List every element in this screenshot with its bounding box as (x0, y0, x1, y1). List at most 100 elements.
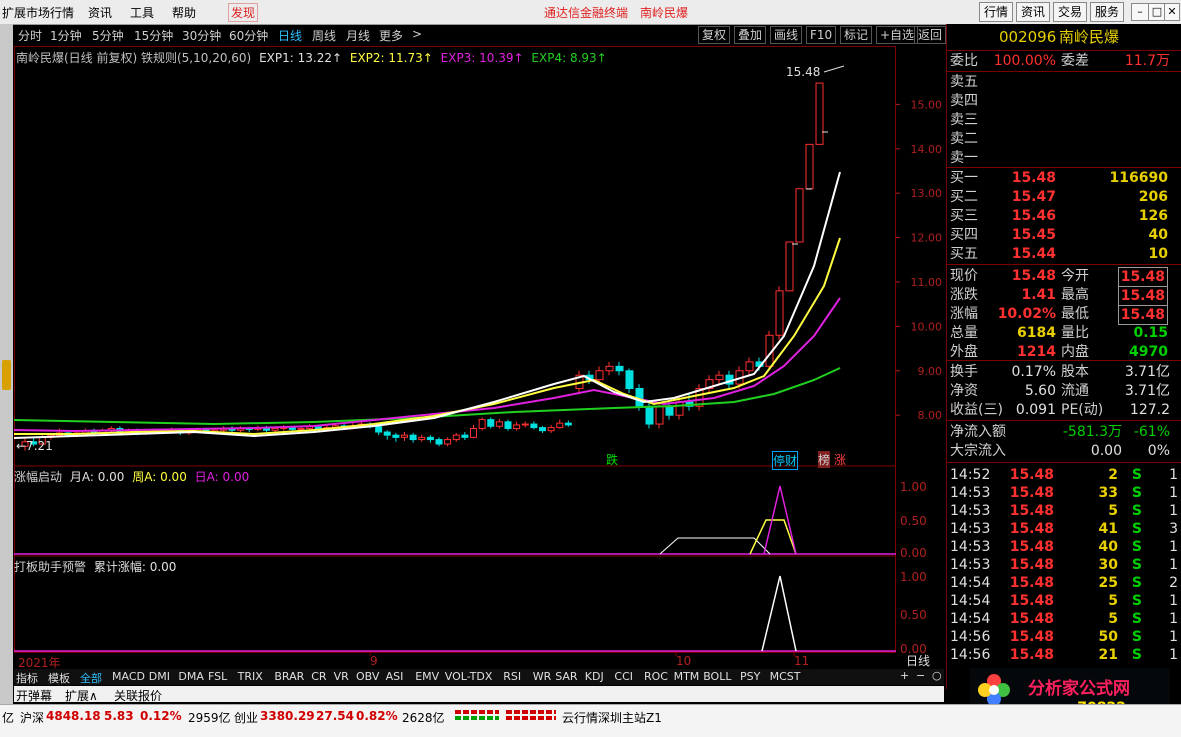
menu-news[interactable]: 资讯 (88, 4, 112, 21)
period-bar: 分时 1分钟 5分钟 15分钟 30分钟 60分钟 日线 周线 月线 更多 > (14, 25, 944, 45)
indicator-tab[interactable]: ASI (386, 670, 404, 683)
indicator-tab[interactable]: ROC (644, 670, 668, 683)
tick-time: 14:54 (950, 611, 991, 627)
period-15min[interactable]: 15分钟 (134, 27, 173, 44)
tick-side: S (1131, 557, 1142, 573)
indicator-tab[interactable]: TRIX (238, 670, 263, 683)
trade-button[interactable]: 交易 (1053, 2, 1088, 22)
minimize-icon[interactable]: – (1131, 3, 1149, 21)
stat-value: 15.48 (1117, 286, 1168, 306)
collapse-handle[interactable] (2, 360, 11, 390)
overlay-button[interactable]: 叠加 (734, 26, 767, 44)
indicator-tab[interactable]: MTM (674, 670, 700, 683)
tick-count: 1 (1169, 539, 1178, 555)
period-30min[interactable]: 30分钟 (182, 27, 221, 44)
info-button[interactable]: 资讯 (1016, 2, 1051, 22)
extra-tab[interactable]: 扩展∧ (65, 687, 98, 704)
tick-price: 15.48 (1009, 611, 1054, 627)
indicator-tab[interactable]: CCI (614, 670, 633, 683)
period-monthly[interactable]: 月线 (346, 27, 370, 44)
menu-ext-market[interactable]: 扩展市场行情 (2, 4, 74, 21)
buy-row: 买一 15.48 116690 (947, 169, 1181, 187)
f10-button[interactable]: F10 (806, 26, 837, 44)
candle-body (271, 427, 279, 431)
status-cy-pct: 0.82% (356, 709, 398, 723)
period-more[interactable]: 更多 (379, 27, 403, 44)
indicator-tab[interactable]: MCST (770, 670, 801, 683)
period-60min[interactable]: 60分钟 (229, 27, 268, 44)
tick-row: 14:53 15.48 40 S 1 (947, 538, 1181, 556)
high-arrow-icon (823, 65, 845, 73)
indicator-tab[interactable]: VOL-TDX (445, 670, 493, 683)
tick-side: S (1131, 629, 1142, 645)
indicator-tab[interactable]: PSY (740, 670, 760, 683)
sub2-leiji: 累计涨幅: 0.00 (93, 560, 177, 574)
tick-time: 14:56 (950, 629, 991, 645)
candle-body (409, 434, 417, 441)
back-button[interactable]: 返回 (914, 26, 947, 44)
indicator-tab[interactable]: CR (311, 670, 326, 683)
chevron-right-icon[interactable]: > (412, 27, 422, 41)
indicator-tab[interactable]: 模板 (48, 670, 70, 686)
indicator-tab[interactable]: 全部 (80, 670, 102, 686)
menu-discover[interactable]: 发现 (228, 3, 259, 22)
indicator-tab[interactable]: EMV (415, 670, 439, 683)
period-1min[interactable]: 1分钟 (50, 27, 82, 44)
price-axis-label: 9.00 (918, 365, 943, 378)
add-favorite-button[interactable]: +自选 (876, 26, 919, 44)
period-fenshi[interactable]: 分时 (18, 27, 42, 44)
flower-icon (976, 672, 1012, 708)
draw-button[interactable]: 画线 (770, 26, 803, 44)
indicator-tab[interactable]: BRAR (274, 670, 304, 683)
indicator-tab[interactable]: BOLL (703, 670, 731, 683)
sell-row: 卖五 (947, 73, 1181, 91)
quote-button[interactable]: 行情 (979, 2, 1014, 22)
indicator-tab[interactable]: SAR (555, 670, 577, 683)
tick-time: 14:56 (950, 647, 991, 663)
buy-label: 买四 (950, 227, 978, 243)
buy-label: 买三 (950, 208, 978, 224)
sub2-tick-1: 1.00 (900, 570, 927, 584)
zoom-minus-icon[interactable]: − (916, 669, 925, 682)
close-icon[interactable]: ✕ (1164, 3, 1180, 21)
left-scroll-strip[interactable] (0, 24, 13, 704)
stat-row: 总量 6184 量比 0.15 (947, 324, 1181, 342)
indicator-tab[interactable]: FSL (208, 670, 227, 683)
menu-help[interactable]: 帮助 (172, 4, 196, 21)
extra-tab[interactable]: 开弹幕 (16, 687, 52, 704)
tick-row: 14:54 15.48 5 S 1 (947, 610, 1181, 628)
candle-body (418, 436, 426, 441)
tick-volume: 2 (1108, 467, 1118, 483)
candle-body (665, 405, 674, 416)
indicator-tab[interactable]: DMI (149, 670, 170, 683)
indicator-tab[interactable]: WR (533, 670, 552, 683)
menu-tools[interactable]: 工具 (130, 4, 154, 21)
indicator-tab[interactable]: KDJ (585, 670, 604, 683)
exp1-label: EXP1: 13.22↑ (259, 51, 343, 65)
indicator-tab[interactable]: VR (334, 670, 349, 683)
status-server[interactable]: 云行情深圳主站Z1 (562, 709, 662, 726)
indicator-tab[interactable]: 指标 (16, 670, 38, 686)
zoom-reset-icon[interactable]: ○ (932, 669, 942, 682)
flow-pct: 0% (1147, 443, 1170, 459)
mark-button[interactable]: 标记 (840, 26, 873, 44)
kline-chart[interactable]: 15.00 14.00 13.00 12.00 11.00 10.00 9.00 8.00 南… (14, 46, 946, 670)
service-button[interactable]: 服务 (1090, 2, 1125, 22)
period-daily[interactable]: 日线 (278, 27, 302, 44)
tick-side: S (1131, 503, 1142, 519)
zoom-plus-icon[interactable]: + (900, 669, 909, 682)
period-5min[interactable]: 5分钟 (92, 27, 124, 44)
candle-body (655, 405, 664, 425)
indicator-tab[interactable]: MACD (112, 670, 145, 683)
tick-time: 14:53 (950, 539, 991, 555)
tick-time: 14:52 (950, 467, 991, 483)
stat2-label: 净资 (950, 383, 978, 399)
signal-bang: 榜 (818, 451, 831, 468)
indicator-tab[interactable]: DMA (178, 670, 204, 683)
fuquan-button[interactable]: 复权 (698, 26, 731, 44)
indicator-tab[interactable]: OBV (356, 670, 379, 683)
indicator-tab[interactable]: RSI (503, 670, 521, 683)
tick-count: 1 (1169, 629, 1178, 645)
period-weekly[interactable]: 周线 (312, 27, 336, 44)
extra-tab[interactable]: 关联报价 (114, 687, 162, 704)
